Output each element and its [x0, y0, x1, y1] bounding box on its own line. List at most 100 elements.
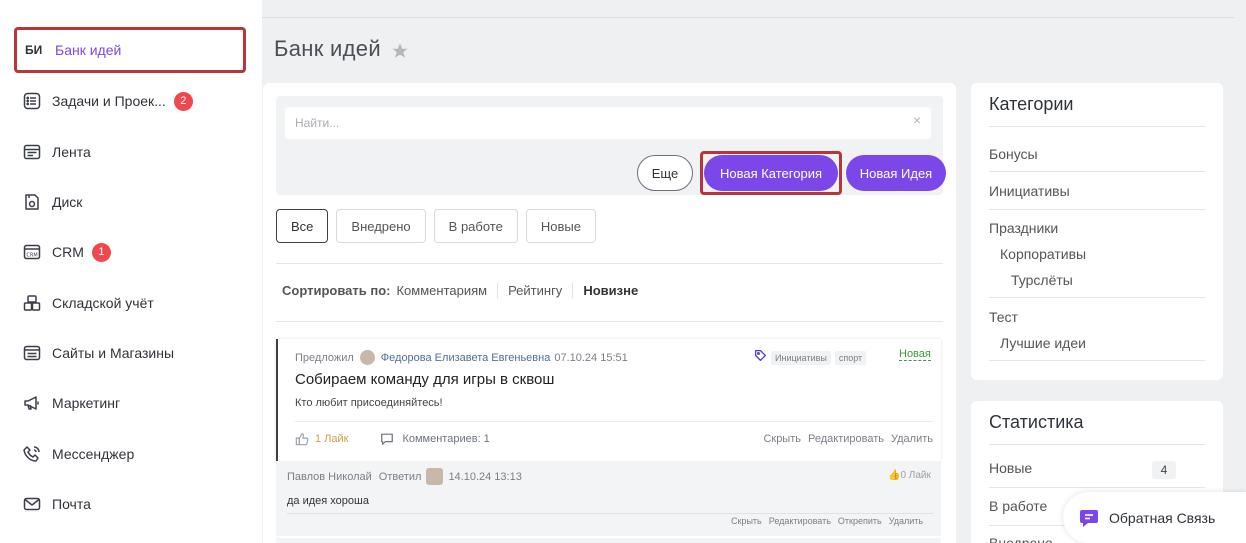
like-count: 1 Лайк	[315, 433, 349, 445]
comment-date: 14.10.24 13:13	[448, 470, 522, 483]
sidebar-item-mail[interactable]: Почта	[14, 482, 246, 526]
thumbs-up-icon	[295, 432, 309, 446]
divider	[276, 263, 943, 264]
edit-link[interactable]: Редактировать	[769, 516, 831, 526]
category-item[interactable]: Турслёты	[1011, 272, 1073, 288]
search-panel: × Еще Новая Категория Новая Идея	[276, 96, 946, 195]
statistics-title: Статистика	[989, 412, 1084, 432]
pin-link[interactable]: Открепить	[838, 516, 882, 526]
mail-icon	[22, 494, 42, 514]
more-button[interactable]: Еще	[637, 155, 693, 191]
category-item[interactable]: Бонусы	[989, 146, 1038, 162]
chat-icon	[1079, 508, 1099, 528]
idea-title[interactable]: Собираем команду для игры в сквош	[295, 371, 554, 388]
like-button[interactable]: 1 Лайк	[295, 432, 348, 446]
comment-author[interactable]: Павлов Николай	[287, 471, 372, 483]
divider	[989, 487, 1205, 488]
idea-date: 07.10.24 15:51	[554, 351, 628, 364]
sidebar-item-feed[interactable]: Лента	[14, 130, 246, 174]
idea-author[interactable]: Федорова Елизавета Евгеньевна	[381, 352, 551, 364]
comment-like-button[interactable]: 👍0 Лайк	[888, 470, 931, 481]
delete-link[interactable]: Удалить	[891, 433, 933, 445]
tag-chip[interactable]: спорт	[834, 351, 867, 365]
avatar	[359, 350, 375, 365]
status-filters: Все Внедрено В работе Новые	[276, 209, 596, 243]
sort-by-newest[interactable]: Новизне	[572, 283, 648, 298]
hide-link[interactable]: Скрыть	[763, 433, 801, 445]
hide-link[interactable]: Скрыть	[731, 516, 762, 526]
page-title-text: Банк идей	[274, 36, 381, 61]
svg-text:CRM: CRM	[26, 253, 37, 259]
sidebar-item-label: Сайты и Магазины	[52, 345, 175, 361]
sort-by-comments[interactable]: Комментариям	[396, 283, 497, 298]
comment-meta: Павлов Николай Ответил 14.10.24 13:13	[287, 468, 522, 485]
sort-bar: Сортировать по: Комментариям Рейтингу Но…	[282, 283, 648, 298]
sidebar-item-label: Мессенджер	[52, 446, 135, 462]
feedback-label: Обратная Связь	[1109, 509, 1216, 526]
status-badge[interactable]: Новая	[899, 348, 931, 361]
stat-new-label: Новые	[989, 460, 1033, 476]
idea-meta: Предложил Федорова Елизавета Евгеньевна …	[295, 350, 628, 365]
stat-in-progress-label: В работе	[989, 498, 1048, 514]
new-idea-button[interactable]: Новая Идея	[846, 155, 946, 191]
filter-all[interactable]: Все	[276, 209, 329, 243]
stat-new-count: 4	[1152, 461, 1176, 479]
sidebar-item-tasks[interactable]: Задачи и Проек... 2	[14, 79, 246, 123]
sort-by-rating[interactable]: Рейтингу	[497, 283, 572, 298]
category-item[interactable]: Тест	[989, 309, 1018, 325]
list-item	[276, 538, 941, 543]
sidebar-item-label: Маркетинг	[52, 395, 121, 411]
list-icon	[22, 91, 42, 111]
sidebar-item-warehouse[interactable]: Складской учёт	[14, 281, 246, 325]
crm-icon: CRM	[22, 242, 42, 262]
sort-label: Сортировать по:	[282, 283, 391, 298]
sidebar-item-disk[interactable]: Диск	[14, 180, 246, 224]
filter-in-progress[interactable]: В работе	[433, 209, 518, 243]
sidebar-item-label: CRM	[52, 244, 84, 260]
delete-link[interactable]: Удалить	[889, 516, 923, 526]
comment-count: Комментариев: 1	[402, 433, 490, 445]
sidebar-item-marketing[interactable]: Маркетинг	[14, 381, 246, 425]
megaphone-icon	[22, 393, 42, 413]
feedback-button[interactable]: Обратная Связь	[1063, 492, 1246, 543]
notification-badge: 2	[173, 91, 193, 111]
warehouse-icon	[22, 293, 42, 313]
sidebar-item-idea-bank[interactable]: БИ Банк идей	[14, 27, 246, 73]
divider	[989, 209, 1205, 210]
sidebar-item-label: Задачи и Проек...	[52, 93, 166, 109]
divider	[989, 126, 1205, 127]
idea-text: Кто любит присоединяйтесь!	[295, 397, 443, 409]
categories-panel: Категории Бонусы Инициативы Праздники Ко…	[971, 83, 1223, 380]
clear-icon[interactable]: ×	[913, 112, 921, 128]
divider	[276, 321, 943, 322]
divider	[989, 171, 1205, 172]
phone-icon	[22, 444, 42, 464]
new-category-button[interactable]: Новая Категория	[704, 155, 838, 191]
sidebar-item-sites[interactable]: Сайты и Магазины	[14, 331, 246, 375]
tag-chip[interactable]: Инициативы	[771, 351, 831, 365]
stat-implemented-label: Внедрено	[989, 535, 1053, 543]
sidebar-item-messenger[interactable]: Мессенджер	[14, 432, 246, 476]
replied-label: Ответил	[378, 470, 422, 483]
divider	[989, 444, 1205, 445]
sidebar: БИ Банк идей Задачи и Проек... 2 Лента Д…	[0, 0, 262, 543]
comments-link[interactable]: Комментариев: 1	[380, 432, 490, 446]
category-item[interactable]: Праздники	[989, 220, 1058, 236]
filter-new[interactable]: Новые	[525, 209, 596, 243]
filter-implemented[interactable]: Внедрено	[336, 209, 426, 243]
sidebar-item-label: Диск	[52, 194, 83, 210]
comment-actions: Скрыть Редактировать Открепить Удалить	[731, 516, 923, 526]
edit-link[interactable]: Редактировать	[808, 433, 884, 445]
sidebar-item-label: Банк идей	[55, 42, 122, 58]
proposed-label: Предложил	[295, 351, 354, 364]
category-item[interactable]: Лучшие идеи	[1000, 335, 1086, 351]
star-icon[interactable]	[391, 40, 409, 58]
search-input[interactable]	[285, 107, 931, 139]
sidebar-item-crm[interactable]: CRM CRM 1	[14, 230, 246, 274]
sidebar-item-label: Складской учёт	[52, 295, 154, 311]
category-item[interactable]: Корпоративы	[1000, 246, 1086, 262]
category-item[interactable]: Инициативы	[989, 183, 1070, 199]
feed-icon	[22, 142, 42, 162]
divider	[989, 360, 1205, 361]
sites-icon	[22, 343, 42, 363]
